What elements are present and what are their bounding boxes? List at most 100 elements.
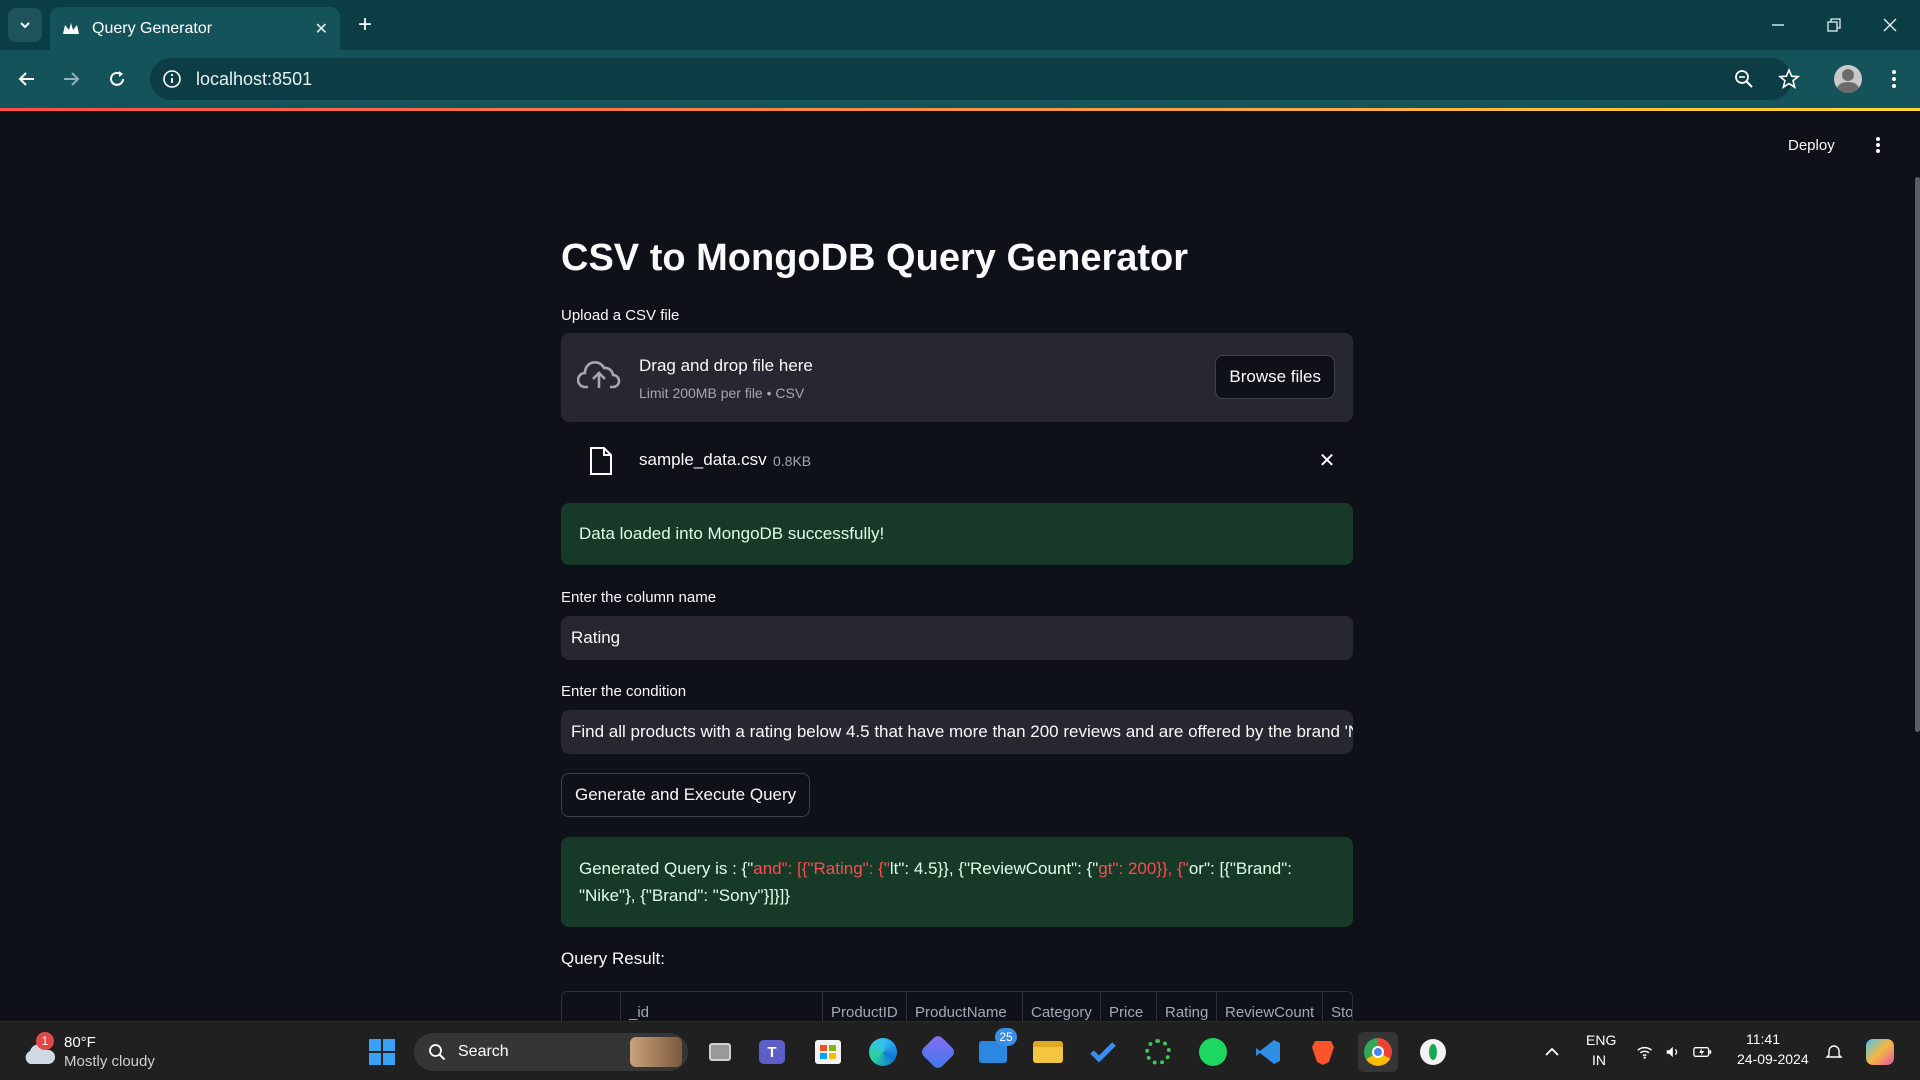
condition-input[interactable]: Find all products with a rating below 4.… <box>561 710 1353 754</box>
wifi-icon <box>1637 1046 1653 1059</box>
clock-time[interactable]: 11:41 <box>1746 1031 1780 1047</box>
zoom-icon[interactable] <box>1734 69 1754 89</box>
mail-icon[interactable]: 25 <box>973 1028 1017 1072</box>
brave-icon[interactable] <box>1303 1032 1343 1072</box>
browse-files-button[interactable]: Browse files <box>1215 355 1335 399</box>
app-ring-icon[interactable] <box>1138 1032 1178 1072</box>
column-name-label: Enter the column name <box>561 589 717 606</box>
success-message: Data loaded into MongoDB successfully! <box>579 524 885 543</box>
query-text-highlight-2: gt": 200}}, {" <box>1098 859 1189 878</box>
new-tab-button[interactable]: + <box>352 11 378 38</box>
windows-logo-icon <box>369 1039 395 1065</box>
minimize-icon <box>1772 24 1784 26</box>
table-header[interactable]: Category <box>1022 992 1100 1021</box>
mongodb-compass-icon[interactable] <box>1413 1032 1453 1072</box>
column-name-input[interactable]: Rating <box>561 616 1353 660</box>
language-indicator-line1[interactable]: ENG <box>1586 1032 1616 1048</box>
uploaded-file-row: sample_data.csv 0.8KB ✕ <box>561 438 1353 488</box>
uploaded-file-size: 0.8KB <box>773 453 812 469</box>
restore-icon <box>1827 18 1841 32</box>
table-header[interactable]: Price <box>1100 992 1156 1021</box>
deploy-button[interactable]: Deploy <box>1788 137 1835 154</box>
result-table[interactable]: _id ProductID ProductName Category Price… <box>561 991 1353 1021</box>
search-icon <box>429 1044 446 1061</box>
weather-description: Mostly cloudy <box>64 1053 155 1070</box>
forward-button[interactable] <box>56 64 86 94</box>
file-dropzone[interactable]: Drag and drop file here Limit 200MB per … <box>561 333 1353 422</box>
language-indicator-line2[interactable]: IN <box>1592 1052 1606 1068</box>
file-explorer-icon[interactable] <box>1028 1032 1068 1072</box>
table-header[interactable]: ProductName <box>906 992 1022 1021</box>
mail-badge: 25 <box>995 1028 1017 1046</box>
teams-icon[interactable]: T <box>752 1032 792 1072</box>
table-header[interactable]: ProductID <box>822 992 906 1021</box>
arrow-right-icon <box>64 72 80 86</box>
start-button[interactable] <box>362 1032 402 1072</box>
query-text-middle-1: lt": 4.5}}, {"ReviewCount": {" <box>889 859 1099 878</box>
cloud-upload-icon <box>577 361 621 389</box>
condition-value: Find all products with a rating below 4.… <box>571 722 1353 741</box>
table-header[interactable]: Sto <box>1322 992 1352 1021</box>
arrow-left-icon <box>18 72 34 86</box>
table-header[interactable]: ReviewCount <box>1216 992 1322 1021</box>
app-viewport: Deploy CSV to MongoDB Query Generator Up… <box>0 111 1920 1021</box>
table-header[interactable]: Rating <box>1156 992 1216 1021</box>
show-hidden-icons[interactable] <box>1534 1032 1570 1072</box>
todo-icon[interactable] <box>1083 1032 1123 1072</box>
url-text: localhost:8501 <box>196 68 313 89</box>
table-index-header <box>562 992 620 1021</box>
reload-icon <box>110 71 124 86</box>
streamlit-crown-icon <box>63 22 79 34</box>
close-window-button[interactable] <box>1862 0 1918 50</box>
dropzone-instruction: Drag and drop file here <box>639 356 813 375</box>
success-alert: Data loaded into MongoDB successfully! <box>561 503 1353 565</box>
browser-toolbar: localhost:8501 <box>0 50 1920 108</box>
vscode-icon[interactable] <box>1248 1032 1288 1072</box>
profile-avatar[interactable] <box>1834 65 1862 93</box>
weather-widget[interactable]: 1 80°F Mostly cloudy <box>18 1032 168 1072</box>
query-text-highlight-1: and": [{"Rating": {" <box>753 859 890 878</box>
chrome-icon[interactable] <box>1358 1032 1398 1072</box>
tab-close-icon[interactable]: ✕ <box>315 19 328 39</box>
page-scrollbar[interactable] <box>1915 177 1920 732</box>
dropzone-limit: Limit 200MB per file • CSV <box>639 385 805 401</box>
back-button[interactable] <box>12 64 42 94</box>
minimize-button[interactable] <box>1750 0 1806 50</box>
spotify-icon[interactable] <box>1193 1032 1233 1072</box>
search-label: Search <box>458 1043 509 1060</box>
chevron-down-icon <box>20 22 30 29</box>
close-icon <box>1883 18 1897 32</box>
upload-label: Upload a CSV file <box>561 307 680 324</box>
page-title: CSV to MongoDB Query Generator <box>561 237 1189 279</box>
app-menu-icon[interactable] <box>1868 133 1888 157</box>
browser-tab[interactable]: Query Generator ✕ <box>50 7 340 50</box>
edge-icon[interactable] <box>863 1032 903 1072</box>
table-header[interactable]: _id <box>620 992 822 1021</box>
tab-title: Query Generator <box>92 19 213 37</box>
microsoft-store-icon[interactable] <box>808 1032 848 1072</box>
system-tray[interactable] <box>1636 1040 1712 1064</box>
generate-query-button[interactable]: Generate and Execute Query <box>561 773 811 817</box>
reload-button[interactable] <box>102 64 132 94</box>
site-info-icon[interactable] <box>162 69 182 89</box>
query-text-prefix: Generated Query is : {" <box>579 859 754 878</box>
clock-date[interactable]: 24-09-2024 <box>1737 1051 1809 1067</box>
uploaded-file-name: sample_data.csv <box>639 450 767 469</box>
remove-file-icon[interactable]: ✕ <box>1315 448 1339 472</box>
tab-search-dropdown[interactable] <box>8 8 42 42</box>
condition-label: Enter the condition <box>561 683 687 700</box>
address-bar[interactable]: localhost:8501 <box>150 58 1800 100</box>
generated-query-alert: Generated Query is : {"and": [{"Rating":… <box>561 837 1353 927</box>
task-view-icon[interactable] <box>700 1032 740 1072</box>
browser-menu-icon[interactable] <box>1884 64 1904 94</box>
restore-button[interactable] <box>1806 0 1862 50</box>
query-result-label: Query Result: <box>561 949 665 968</box>
weather-temperature: 80°F <box>64 1034 96 1051</box>
browser-tab-bar: Query Generator ✕ + <box>0 0 1920 50</box>
notifications-icon[interactable] <box>1816 1032 1852 1072</box>
copilot-tray-icon[interactable] <box>1860 1032 1900 1072</box>
copilot-icon[interactable] <box>918 1032 958 1072</box>
taskbar-search[interactable]: Search <box>414 1033 688 1071</box>
column-name-value: Rating <box>571 628 621 647</box>
bookmark-star-icon[interactable] <box>1778 68 1800 90</box>
